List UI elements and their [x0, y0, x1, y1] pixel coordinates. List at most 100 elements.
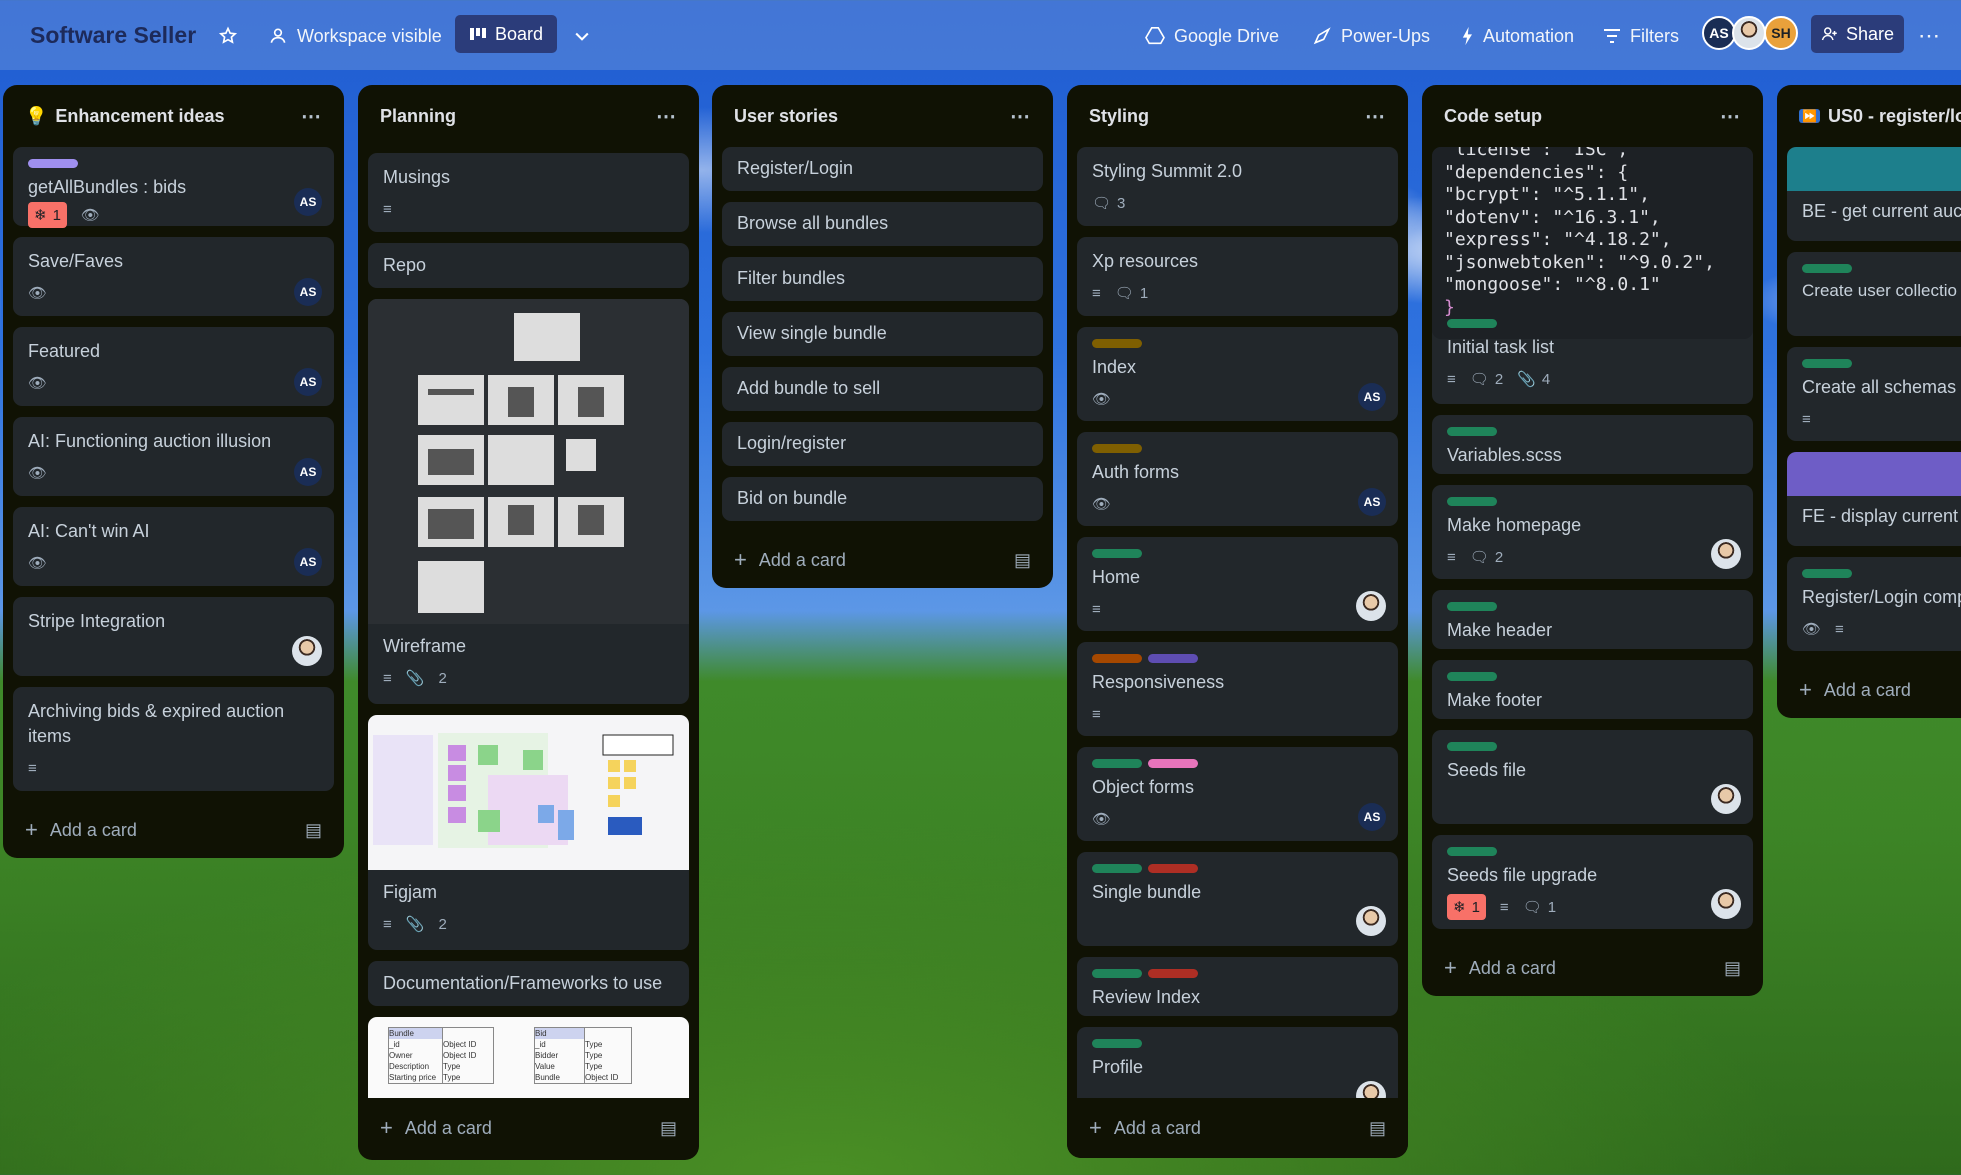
card[interactable]: Browse all bundles	[722, 202, 1043, 246]
card[interactable]: Responsiveness ≡	[1077, 642, 1398, 736]
automation-button[interactable]: Automation	[1460, 20, 1574, 52]
filters-button[interactable]: Filters	[1603, 20, 1679, 52]
label[interactable]	[1092, 864, 1142, 873]
card-member-avatar[interactable]: AS	[1358, 803, 1386, 831]
card-member-avatar[interactable]: AS	[294, 278, 322, 306]
template-icon[interactable]: ▤	[1014, 550, 1031, 571]
list-header[interactable]: Planning ⋯	[368, 85, 689, 147]
card[interactable]: Variables.scss	[1432, 415, 1753, 474]
card[interactable]: Filter bundles	[722, 257, 1043, 301]
label[interactable]	[1802, 569, 1852, 578]
board-view-button[interactable]: Board	[455, 15, 557, 53]
label[interactable]	[1447, 319, 1497, 328]
label[interactable]	[1447, 497, 1497, 506]
chevron-down-icon[interactable]	[572, 20, 592, 52]
card[interactable]: Index 👁 AS	[1077, 327, 1398, 421]
add-card-button[interactable]: + Add a card	[1799, 677, 1911, 703]
card[interactable]: AI: Can't win AI 👁 AS	[13, 507, 334, 586]
power-ups-button[interactable]: Power-Ups	[1312, 20, 1430, 52]
card[interactable]: AI: Functioning auction illusion 👁 AS	[13, 417, 334, 496]
card[interactable]: Repo	[368, 243, 689, 288]
card[interactable]: Auth forms 👁 AS	[1077, 432, 1398, 526]
card[interactable]: "license": "ISC", "dependencies": { "bcr…	[1432, 147, 1753, 404]
more-menu-icon[interactable]: ⋯	[1918, 20, 1942, 52]
card[interactable]: Make header	[1432, 590, 1753, 649]
template-icon[interactable]: ▤	[660, 1118, 677, 1139]
card[interactable]: Featured 👁 AS	[13, 327, 334, 406]
card-member-avatar[interactable]	[1356, 906, 1386, 936]
card[interactable]: Figjam ≡ 📎 2	[368, 715, 689, 950]
card-member-avatar[interactable]	[1711, 889, 1741, 919]
card[interactable]: Create all schemas ≡	[1787, 347, 1961, 441]
card[interactable]: Review Index	[1077, 957, 1398, 1016]
card-member-avatar[interactable]: AS	[294, 548, 322, 576]
card[interactable]: FE - display current a	[1787, 452, 1961, 546]
template-icon[interactable]: ▤	[305, 820, 322, 841]
member-avatar-as[interactable]: AS	[1702, 16, 1736, 50]
card[interactable]: Single bundle	[1077, 852, 1398, 946]
board-title[interactable]: Software Seller	[30, 22, 196, 49]
label[interactable]	[1447, 847, 1497, 856]
label[interactable]	[1447, 742, 1497, 751]
label[interactable]	[1092, 444, 1142, 453]
card-member-avatar[interactable]: AS	[294, 368, 322, 396]
card-member-avatar[interactable]	[1711, 784, 1741, 814]
member-avatar-photo[interactable]	[1732, 16, 1766, 50]
list-header[interactable]: 💡 Enhancement ideas ⋯	[13, 85, 334, 147]
template-icon[interactable]: ▤	[1369, 1118, 1386, 1139]
schema-diagram-card[interactable]: Bundle _id Owner Description Starting pr…	[368, 1017, 689, 1107]
card[interactable]: Register/Login	[722, 147, 1043, 191]
label[interactable]	[1802, 359, 1852, 368]
card[interactable]: Documentation/Frameworks to use	[368, 961, 689, 1006]
card-member-avatar[interactable]	[292, 636, 322, 666]
label[interactable]	[1447, 602, 1497, 611]
card-member-avatar[interactable]: AS	[294, 458, 322, 486]
list-menu-icon[interactable]: ⋯	[656, 104, 677, 129]
star-icon[interactable]	[218, 20, 238, 52]
card-member-avatar[interactable]: AS	[1358, 488, 1386, 516]
list-header[interactable]: User stories ⋯	[722, 85, 1043, 147]
card[interactable]: Musings ≡	[368, 153, 689, 232]
add-card-button[interactable]: + Add a card	[25, 817, 137, 843]
label[interactable]	[28, 159, 78, 168]
list-header[interactable]: ⏩ US0 - register/lo	[1787, 85, 1961, 147]
label[interactable]	[1092, 339, 1142, 348]
card[interactable]: getAllBundles : bids ❄ 1 👁 AS	[13, 147, 334, 228]
label[interactable]	[1802, 264, 1852, 273]
list-header[interactable]: Code setup ⋯	[1432, 85, 1753, 147]
card-member-avatar[interactable]: AS	[294, 188, 322, 216]
template-icon[interactable]: ▤	[1724, 958, 1741, 979]
card-member-avatar[interactable]	[1356, 591, 1386, 621]
add-card-button[interactable]: + Add a card	[734, 547, 846, 573]
card[interactable]: BE - get current auct	[1787, 147, 1961, 241]
card[interactable]: Styling Summit 2.0 🗨 3	[1077, 147, 1398, 226]
card[interactable]: Object forms 👁 AS	[1077, 747, 1398, 841]
label[interactable]	[1092, 654, 1142, 663]
list-menu-icon[interactable]: ⋯	[1010, 104, 1031, 129]
label[interactable]	[1148, 969, 1198, 978]
card[interactable]: Home ≡	[1077, 537, 1398, 631]
member-avatar-sh[interactable]: SH	[1764, 16, 1798, 50]
card[interactable]: Login/register	[722, 422, 1043, 466]
label[interactable]	[1092, 759, 1142, 768]
label[interactable]	[1447, 427, 1497, 436]
card[interactable]: Save/Faves 👁 AS	[13, 237, 334, 316]
share-button[interactable]: Share	[1811, 15, 1904, 53]
add-card-button[interactable]: + Add a card	[1089, 1115, 1201, 1141]
list-menu-icon[interactable]: ⋯	[1720, 104, 1741, 129]
card[interactable]: View single bundle	[722, 312, 1043, 356]
list-header[interactable]: Styling ⋯	[1077, 85, 1398, 147]
card[interactable]: Stripe Integration	[13, 597, 334, 676]
card[interactable]: Make footer	[1432, 660, 1753, 719]
card[interactable]: Seeds file	[1432, 730, 1753, 824]
list-menu-icon[interactable]: ⋯	[301, 104, 322, 129]
card-member-avatar[interactable]	[1711, 539, 1741, 569]
card[interactable]: Xp resources ≡ 🗨 1	[1077, 237, 1398, 316]
label[interactable]	[1092, 549, 1142, 558]
label[interactable]	[1447, 672, 1497, 681]
google-drive-button[interactable]: Google Drive	[1145, 20, 1279, 52]
add-card-button[interactable]: + Add a card	[1444, 955, 1556, 981]
label[interactable]	[1092, 969, 1142, 978]
label[interactable]	[1148, 759, 1198, 768]
workspace-visible-button[interactable]: Workspace visible	[268, 20, 442, 52]
